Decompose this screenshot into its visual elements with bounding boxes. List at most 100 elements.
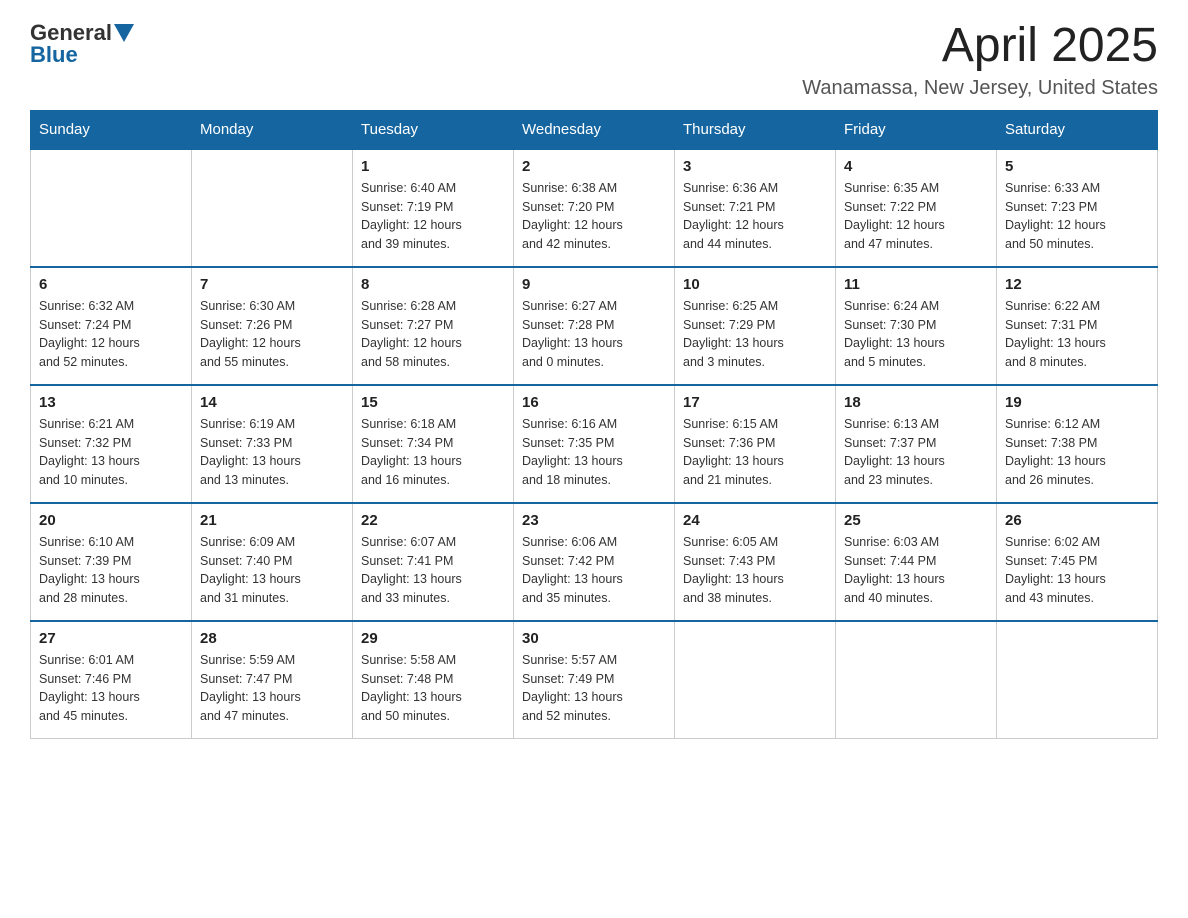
day-number: 16 <box>522 394 666 411</box>
day-number: 6 <box>39 276 183 293</box>
day-number: 19 <box>1005 394 1149 411</box>
day-info: Sunrise: 6:06 AM Sunset: 7:42 PM Dayligh… <box>522 533 666 608</box>
day-number: 8 <box>361 276 505 293</box>
day-number: 1 <box>361 158 505 175</box>
calendar-cell: 3 Sunrise: 6:36 AM Sunset: 7:21 PM Daylig… <box>675 149 836 267</box>
day-number: 20 <box>39 512 183 529</box>
day-number: 29 <box>361 630 505 647</box>
day-info: Sunrise: 6:30 AM Sunset: 7:26 PM Dayligh… <box>200 297 344 372</box>
calendar-cell: 11 Sunrise: 6:24 AM Sunset: 7:30 PM Dayli… <box>836 267 997 385</box>
day-info: Sunrise: 6:15 AM Sunset: 7:36 PM Dayligh… <box>683 415 827 490</box>
calendar-cell: 25 Sunrise: 6:03 AM Sunset: 7:44 PM Dayli… <box>836 503 997 621</box>
day-info: Sunrise: 6:19 AM Sunset: 7:33 PM Dayligh… <box>200 415 344 490</box>
calendar-cell: 12Sunrise: 6:22 AM Sunset: 7:31 PM Dayli… <box>997 267 1158 385</box>
calendar-cell: 17 Sunrise: 6:15 AM Sunset: 7:36 PM Dayli… <box>675 385 836 503</box>
calendar-cell <box>836 621 997 739</box>
calendar-cell <box>997 621 1158 739</box>
weekday-header-friday: Friday <box>836 110 997 149</box>
day-info: Sunrise: 6:22 AM Sunset: 7:31 PM Dayligh… <box>1005 297 1149 372</box>
calendar-cell: 26Sunrise: 6:02 AM Sunset: 7:45 PM Dayli… <box>997 503 1158 621</box>
calendar-cell <box>192 149 353 267</box>
day-number: 21 <box>200 512 344 529</box>
day-number: 14 <box>200 394 344 411</box>
weekday-header-thursday: Thursday <box>675 110 836 149</box>
calendar-cell: 22 Sunrise: 6:07 AM Sunset: 7:41 PM Dayli… <box>353 503 514 621</box>
calendar-cell: 7Sunrise: 6:30 AM Sunset: 7:26 PM Daylig… <box>192 267 353 385</box>
day-info: Sunrise: 6:13 AM Sunset: 7:37 PM Dayligh… <box>844 415 988 490</box>
logo-blue-text: Blue <box>30 42 78 68</box>
day-number: 23 <box>522 512 666 529</box>
day-number: 13 <box>39 394 183 411</box>
day-number: 18 <box>844 394 988 411</box>
calendar-cell: 30Sunrise: 5:57 AM Sunset: 7:49 PM Dayli… <box>514 621 675 739</box>
weekday-header-tuesday: Tuesday <box>353 110 514 149</box>
day-info: Sunrise: 6:01 AM Sunset: 7:46 PM Dayligh… <box>39 651 183 726</box>
location-title: Wanamassa, New Jersey, United States <box>802 77 1158 100</box>
day-info: Sunrise: 6:21 AM Sunset: 7:32 PM Dayligh… <box>39 415 183 490</box>
day-info: Sunrise: 6:07 AM Sunset: 7:41 PM Dayligh… <box>361 533 505 608</box>
day-number: 10 <box>683 276 827 293</box>
day-number: 27 <box>39 630 183 647</box>
calendar-cell: 14 Sunrise: 6:19 AM Sunset: 7:33 PM Dayli… <box>192 385 353 503</box>
day-number: 26 <box>1005 512 1149 529</box>
calendar-cell: 19Sunrise: 6:12 AM Sunset: 7:38 PM Dayli… <box>997 385 1158 503</box>
day-number: 22 <box>361 512 505 529</box>
calendar-body: 1 Sunrise: 6:40 AM Sunset: 7:19 PM Daylig… <box>31 149 1158 739</box>
calendar-cell: 16 Sunrise: 6:16 AM Sunset: 7:35 PM Dayli… <box>514 385 675 503</box>
calendar-cell: 23 Sunrise: 6:06 AM Sunset: 7:42 PM Dayli… <box>514 503 675 621</box>
calendar-cell: 13 Sunrise: 6:21 AM Sunset: 7:32 PM Dayli… <box>31 385 192 503</box>
day-info: Sunrise: 6:36 AM Sunset: 7:21 PM Dayligh… <box>683 179 827 254</box>
calendar-week-3: 13 Sunrise: 6:21 AM Sunset: 7:32 PM Dayli… <box>31 385 1158 503</box>
calendar-cell: 10Sunrise: 6:25 AM Sunset: 7:29 PM Dayli… <box>675 267 836 385</box>
day-info: Sunrise: 6:40 AM Sunset: 7:19 PM Dayligh… <box>361 179 505 254</box>
day-info: Sunrise: 6:16 AM Sunset: 7:35 PM Dayligh… <box>522 415 666 490</box>
calendar-cell: 4 Sunrise: 6:35 AM Sunset: 7:22 PM Daylig… <box>836 149 997 267</box>
day-number: 25 <box>844 512 988 529</box>
day-number: 2 <box>522 158 666 175</box>
day-info: Sunrise: 6:28 AM Sunset: 7:27 PM Dayligh… <box>361 297 505 372</box>
day-number: 11 <box>844 276 988 293</box>
weekday-header-saturday: Saturday <box>997 110 1158 149</box>
calendar-cell: 15 Sunrise: 6:18 AM Sunset: 7:34 PM Dayli… <box>353 385 514 503</box>
day-info: Sunrise: 6:35 AM Sunset: 7:22 PM Dayligh… <box>844 179 988 254</box>
calendar-cell: 2 Sunrise: 6:38 AM Sunset: 7:20 PM Daylig… <box>514 149 675 267</box>
day-number: 3 <box>683 158 827 175</box>
calendar-cell: 1 Sunrise: 6:40 AM Sunset: 7:19 PM Daylig… <box>353 149 514 267</box>
day-info: Sunrise: 6:38 AM Sunset: 7:20 PM Dayligh… <box>522 179 666 254</box>
day-number: 24 <box>683 512 827 529</box>
day-number: 17 <box>683 394 827 411</box>
calendar-cell: 8 Sunrise: 6:28 AM Sunset: 7:27 PM Daylig… <box>353 267 514 385</box>
day-info: Sunrise: 6:27 AM Sunset: 7:28 PM Dayligh… <box>522 297 666 372</box>
calendar-week-1: 1 Sunrise: 6:40 AM Sunset: 7:19 PM Daylig… <box>31 149 1158 267</box>
day-info: Sunrise: 6:18 AM Sunset: 7:34 PM Dayligh… <box>361 415 505 490</box>
calendar-cell: 18 Sunrise: 6:13 AM Sunset: 7:37 PM Dayli… <box>836 385 997 503</box>
day-number: 28 <box>200 630 344 647</box>
calendar-header-row: SundayMondayTuesdayWednesdayThursdayFrid… <box>31 110 1158 149</box>
day-number: 9 <box>522 276 666 293</box>
day-info: Sunrise: 6:24 AM Sunset: 7:30 PM Dayligh… <box>844 297 988 372</box>
weekday-header-wednesday: Wednesday <box>514 110 675 149</box>
calendar-week-4: 20 Sunrise: 6:10 AM Sunset: 7:39 PM Dayli… <box>31 503 1158 621</box>
day-info: Sunrise: 6:09 AM Sunset: 7:40 PM Dayligh… <box>200 533 344 608</box>
day-number: 15 <box>361 394 505 411</box>
page-header: General Blue April 2025 Wanamassa, New J… <box>30 20 1158 100</box>
day-info: Sunrise: 5:57 AM Sunset: 7:49 PM Dayligh… <box>522 651 666 726</box>
day-info: Sunrise: 6:10 AM Sunset: 7:39 PM Dayligh… <box>39 533 183 608</box>
calendar-cell: 20 Sunrise: 6:10 AM Sunset: 7:39 PM Dayli… <box>31 503 192 621</box>
day-info: Sunrise: 5:59 AM Sunset: 7:47 PM Dayligh… <box>200 651 344 726</box>
logo: General Blue <box>30 20 136 68</box>
calendar-cell: 21 Sunrise: 6:09 AM Sunset: 7:40 PM Dayli… <box>192 503 353 621</box>
day-info: Sunrise: 6:03 AM Sunset: 7:44 PM Dayligh… <box>844 533 988 608</box>
calendar-cell: 6 Sunrise: 6:32 AM Sunset: 7:24 PM Daylig… <box>31 267 192 385</box>
calendar-week-5: 27 Sunrise: 6:01 AM Sunset: 7:46 PM Dayli… <box>31 621 1158 739</box>
calendar-cell <box>31 149 192 267</box>
logo-triangle-icon <box>114 24 134 42</box>
calendar-cell: 27 Sunrise: 6:01 AM Sunset: 7:46 PM Dayli… <box>31 621 192 739</box>
day-info: Sunrise: 6:05 AM Sunset: 7:43 PM Dayligh… <box>683 533 827 608</box>
calendar-cell: 9 Sunrise: 6:27 AM Sunset: 7:28 PM Daylig… <box>514 267 675 385</box>
weekday-header-monday: Monday <box>192 110 353 149</box>
calendar-week-2: 6 Sunrise: 6:32 AM Sunset: 7:24 PM Daylig… <box>31 267 1158 385</box>
day-info: Sunrise: 6:32 AM Sunset: 7:24 PM Dayligh… <box>39 297 183 372</box>
day-number: 5 <box>1005 158 1149 175</box>
day-number: 4 <box>844 158 988 175</box>
